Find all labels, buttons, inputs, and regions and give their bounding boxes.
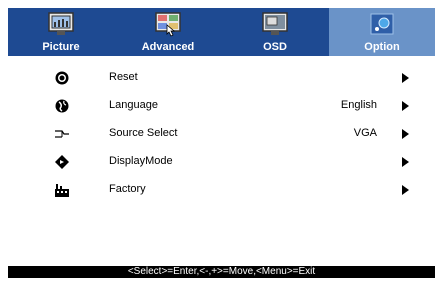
menu-item-label: Source Select bbox=[109, 127, 178, 139]
menu-list: Reset Language English Source Select VGA… bbox=[8, 56, 435, 266]
tab-osd-label: OSD bbox=[263, 41, 287, 53]
picture-icon bbox=[47, 11, 75, 37]
osd-icon bbox=[261, 11, 289, 37]
tab-option-label: Option bbox=[364, 41, 400, 53]
menu-item-label: Factory bbox=[109, 183, 146, 195]
reset-icon bbox=[54, 70, 70, 86]
menu-item-label: Language bbox=[109, 99, 158, 111]
osd-menu: Picture Advanced OSD Option Reset Langua… bbox=[0, 0, 443, 283]
arrow-right-icon bbox=[402, 185, 409, 195]
factory-icon bbox=[54, 182, 70, 198]
menu-item-factory[interactable]: Factory bbox=[8, 176, 435, 204]
tab-osd[interactable]: OSD bbox=[222, 8, 328, 56]
menu-item-reset[interactable]: Reset bbox=[8, 64, 435, 92]
globe-icon bbox=[54, 98, 70, 114]
arrow-right-icon bbox=[402, 129, 409, 139]
menu-item-source-select[interactable]: Source Select VGA bbox=[8, 120, 435, 148]
arrow-right-icon bbox=[402, 157, 409, 167]
tab-advanced[interactable]: Advanced bbox=[115, 8, 221, 56]
tab-picture[interactable]: Picture bbox=[8, 8, 114, 56]
arrow-right-icon bbox=[402, 73, 409, 83]
menu-item-label: Reset bbox=[109, 71, 138, 83]
tab-bar: Picture Advanced OSD Option bbox=[8, 8, 435, 56]
menu-item-value: VGA bbox=[353, 127, 377, 139]
status-bar: <Select>=Enter,<-,+>=Move,<Menu>=Exit bbox=[8, 266, 435, 278]
menu-item-label: DisplayMode bbox=[109, 155, 173, 167]
source-icon bbox=[54, 126, 70, 142]
tab-picture-label: Picture bbox=[42, 41, 80, 53]
menu-item-displaymode[interactable]: DisplayMode bbox=[8, 148, 435, 176]
arrow-right-icon bbox=[402, 101, 409, 111]
option-icon bbox=[368, 11, 396, 37]
tab-advanced-label: Advanced bbox=[141, 41, 195, 53]
tab-option[interactable]: Option bbox=[329, 8, 435, 56]
menu-item-value: English bbox=[340, 99, 377, 111]
display-mode-icon bbox=[54, 154, 70, 170]
advanced-icon bbox=[154, 11, 182, 37]
menu-item-language[interactable]: Language English bbox=[8, 92, 435, 120]
